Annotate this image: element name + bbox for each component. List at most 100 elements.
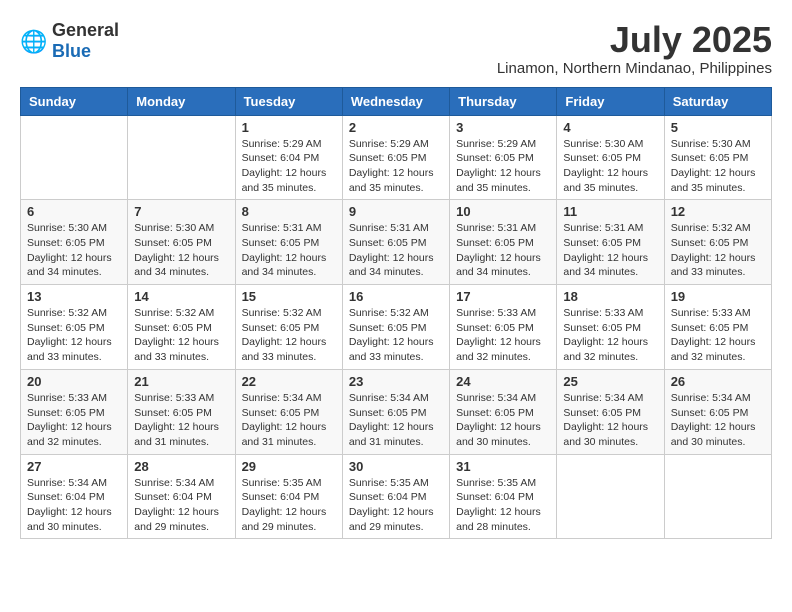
calendar-table: SundayMondayTuesdayWednesdayThursdayFrid…: [20, 87, 772, 540]
calendar-day-cell: 30Sunrise: 5:35 AM Sunset: 6:04 PM Dayli…: [342, 454, 449, 539]
calendar-day-cell: 28Sunrise: 5:34 AM Sunset: 6:04 PM Dayli…: [128, 454, 235, 539]
day-number: 20: [27, 374, 121, 389]
day-info: Sunrise: 5:32 AM Sunset: 6:05 PM Dayligh…: [27, 306, 121, 365]
day-number: 6: [27, 204, 121, 219]
day-number: 21: [134, 374, 228, 389]
calendar-day-cell: 14 Sunrise: 5:32 AM Sunset: 6:05 PM Dayli…: [128, 285, 235, 370]
logo-blue: Blue: [52, 41, 91, 61]
day-info: Sunrise: 5:31 AM Sunset: 6:05 PM Dayligh…: [242, 221, 336, 280]
day-info: Sunrise: 5:31 AM Sunset: 6:05 PM Dayligh…: [563, 221, 657, 280]
day-info: Sunrise: 5:30 AM Sunset: 6:05 PM Dayligh…: [563, 137, 657, 196]
day-number: 4: [563, 120, 657, 135]
calendar-day-cell: 15 Sunrise: 5:32 AM Sunset: 6:05 PM Dayli…: [235, 285, 342, 370]
calendar-day-cell: 16 Sunrise: 5:32 AM Sunset: 6:05 PM Dayli…: [342, 285, 449, 370]
day-number: 26: [671, 374, 765, 389]
svg-text:🌐: 🌐: [20, 29, 47, 54]
weekday-header: Thursday: [450, 87, 557, 115]
calendar-day-cell: 9 Sunrise: 5:31 AM Sunset: 6:05 PM Daylig…: [342, 200, 449, 285]
day-number: 31: [456, 459, 550, 474]
weekday-header: Saturday: [664, 87, 771, 115]
calendar-day-cell: 26 Sunrise: 5:34 AM Sunset: 6:05 PM Dayli…: [664, 369, 771, 454]
day-number: 3: [456, 120, 550, 135]
calendar-day-cell: 31 Sunrise: 5:35 AM Sunset: 6:04 PM Dayli…: [450, 454, 557, 539]
day-number: 16: [349, 289, 443, 304]
day-info: Sunrise: 5:30 AM Sunset: 6:05 PM Dayligh…: [27, 221, 121, 280]
calendar-day-cell: 4 Sunrise: 5:30 AM Sunset: 6:05 PM Daylig…: [557, 115, 664, 200]
weekday-header: Friday: [557, 87, 664, 115]
day-info: Sunrise: 5:33 AM Sunset: 6:05 PM Dayligh…: [456, 306, 550, 365]
day-number: 7: [134, 204, 228, 219]
day-info: Sunrise: 5:34 AM Sunset: 6:05 PM Dayligh…: [563, 391, 657, 450]
calendar-day-cell: 22 Sunrise: 5:34 AM Sunset: 6:05 PM Dayli…: [235, 369, 342, 454]
calendar-day-cell: 12Sunrise: 5:32 AM Sunset: 6:05 PM Dayli…: [664, 200, 771, 285]
logo-general: General: [52, 20, 119, 40]
location-title: Linamon, Northern Mindanao, Philippines: [497, 60, 772, 77]
day-number: 17: [456, 289, 550, 304]
calendar-day-cell: [128, 115, 235, 200]
day-info: Sunrise: 5:33 AM Sunset: 6:05 PM Dayligh…: [563, 306, 657, 365]
day-number: 1: [242, 120, 336, 135]
calendar-day-cell: [664, 454, 771, 539]
day-info: Sunrise: 5:34 AM Sunset: 6:05 PM Dayligh…: [242, 391, 336, 450]
calendar-week-row: 27Sunrise: 5:34 AM Sunset: 6:04 PM Dayli…: [21, 454, 772, 539]
day-number: 8: [242, 204, 336, 219]
day-number: 10: [456, 204, 550, 219]
day-number: 28: [134, 459, 228, 474]
day-info: Sunrise: 5:30 AM Sunset: 6:05 PM Dayligh…: [671, 137, 765, 196]
calendar-week-row: 20 Sunrise: 5:33 AM Sunset: 6:05 PM Dayli…: [21, 369, 772, 454]
calendar-day-cell: 7 Sunrise: 5:30 AM Sunset: 6:05 PM Daylig…: [128, 200, 235, 285]
calendar-day-cell: 18Sunrise: 5:33 AM Sunset: 6:05 PM Dayli…: [557, 285, 664, 370]
day-number: 30: [349, 459, 443, 474]
day-info: Sunrise: 5:29 AM Sunset: 6:04 PM Dayligh…: [242, 137, 336, 196]
day-number: 19: [671, 289, 765, 304]
day-number: 12: [671, 204, 765, 219]
day-info: Sunrise: 5:32 AM Sunset: 6:05 PM Dayligh…: [349, 306, 443, 365]
calendar-day-cell: 13 Sunrise: 5:32 AM Sunset: 6:05 PM Dayli…: [21, 285, 128, 370]
weekday-header: Wednesday: [342, 87, 449, 115]
day-info: Sunrise: 5:34 AM Sunset: 6:05 PM Dayligh…: [671, 391, 765, 450]
day-number: 11: [563, 204, 657, 219]
calendar-day-cell: [21, 115, 128, 200]
page-header: 🌐 General Blue July 2025 Linamon, Northe…: [20, 20, 772, 77]
calendar-day-cell: 1 Sunrise: 5:29 AM Sunset: 6:04 PM Daylig…: [235, 115, 342, 200]
day-info: Sunrise: 5:31 AM Sunset: 6:05 PM Dayligh…: [349, 221, 443, 280]
day-info: Sunrise: 5:35 AM Sunset: 6:04 PM Dayligh…: [456, 476, 550, 535]
day-info: Sunrise: 5:30 AM Sunset: 6:05 PM Dayligh…: [134, 221, 228, 280]
calendar-day-cell: 10Sunrise: 5:31 AM Sunset: 6:05 PM Dayli…: [450, 200, 557, 285]
day-number: 29: [242, 459, 336, 474]
day-info: Sunrise: 5:32 AM Sunset: 6:05 PM Dayligh…: [242, 306, 336, 365]
calendar-day-cell: 17 Sunrise: 5:33 AM Sunset: 6:05 PM Dayli…: [450, 285, 557, 370]
day-number: 24: [456, 374, 550, 389]
calendar-week-row: 6 Sunrise: 5:30 AM Sunset: 6:05 PM Daylig…: [21, 200, 772, 285]
day-number: 22: [242, 374, 336, 389]
weekday-header: Tuesday: [235, 87, 342, 115]
day-number: 25: [563, 374, 657, 389]
calendar-day-cell: 27Sunrise: 5:34 AM Sunset: 6:04 PM Dayli…: [21, 454, 128, 539]
day-number: 2: [349, 120, 443, 135]
calendar-day-cell: 2Sunrise: 5:29 AM Sunset: 6:05 PM Daylig…: [342, 115, 449, 200]
day-info: Sunrise: 5:33 AM Sunset: 6:05 PM Dayligh…: [27, 391, 121, 450]
day-number: 27: [27, 459, 121, 474]
month-title: July 2025: [497, 20, 772, 60]
day-info: Sunrise: 5:32 AM Sunset: 6:05 PM Dayligh…: [134, 306, 228, 365]
weekday-header: Sunday: [21, 87, 128, 115]
day-info: Sunrise: 5:34 AM Sunset: 6:05 PM Dayligh…: [456, 391, 550, 450]
day-number: 15: [242, 289, 336, 304]
day-number: 5: [671, 120, 765, 135]
title-section: July 2025 Linamon, Northern Mindanao, Ph…: [497, 20, 772, 77]
calendar-day-cell: 20 Sunrise: 5:33 AM Sunset: 6:05 PM Dayli…: [21, 369, 128, 454]
calendar-day-cell: 24 Sunrise: 5:34 AM Sunset: 6:05 PM Dayli…: [450, 369, 557, 454]
calendar-day-cell: [557, 454, 664, 539]
logo: 🌐 General Blue: [20, 20, 119, 62]
day-info: Sunrise: 5:33 AM Sunset: 6:05 PM Dayligh…: [671, 306, 765, 365]
calendar-day-cell: 23Sunrise: 5:34 AM Sunset: 6:05 PM Dayli…: [342, 369, 449, 454]
weekday-header: Monday: [128, 87, 235, 115]
calendar-day-cell: 5 Sunrise: 5:30 AM Sunset: 6:05 PM Daylig…: [664, 115, 771, 200]
day-number: 14: [134, 289, 228, 304]
day-info: Sunrise: 5:34 AM Sunset: 6:05 PM Dayligh…: [349, 391, 443, 450]
calendar-week-row: 1 Sunrise: 5:29 AM Sunset: 6:04 PM Daylig…: [21, 115, 772, 200]
calendar-day-cell: 25 Sunrise: 5:34 AM Sunset: 6:05 PM Dayli…: [557, 369, 664, 454]
day-number: 13: [27, 289, 121, 304]
day-number: 9: [349, 204, 443, 219]
day-info: Sunrise: 5:33 AM Sunset: 6:05 PM Dayligh…: [134, 391, 228, 450]
